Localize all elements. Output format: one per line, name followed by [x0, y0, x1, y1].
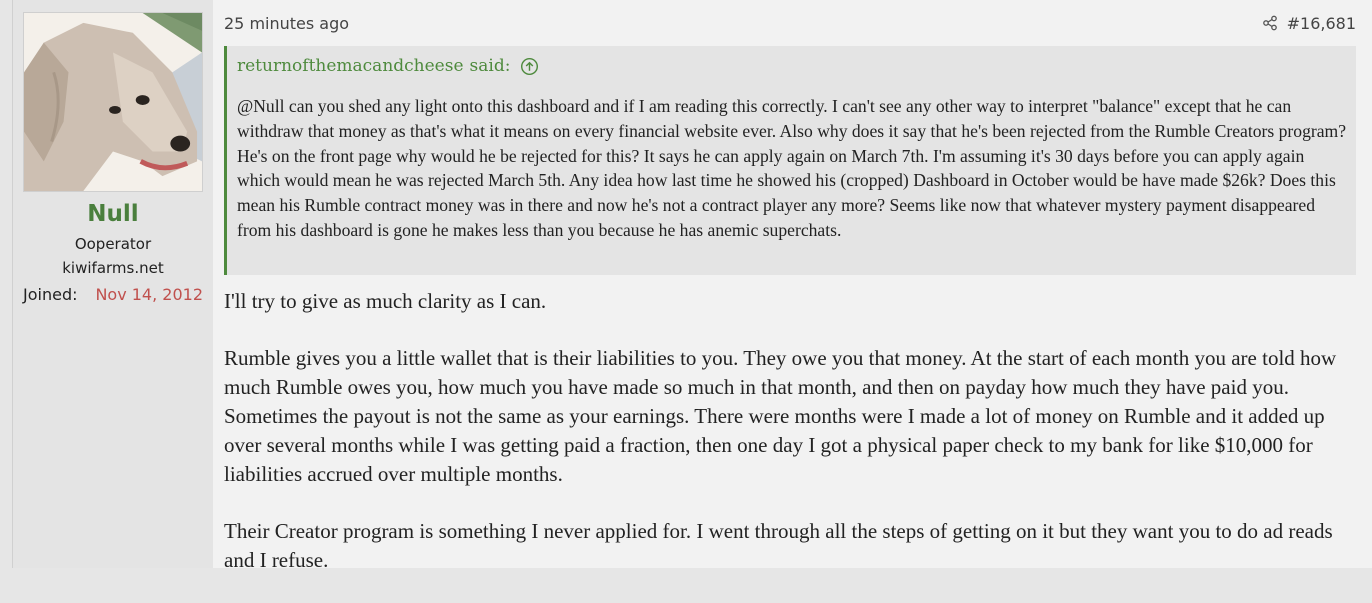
quote-said-label: said: — [469, 56, 511, 76]
quote-block: returnofthemacandcheese said: @Null can … — [224, 46, 1356, 275]
joined-label: Joined: — [23, 285, 78, 304]
user-title: Ooperator — [74, 235, 152, 253]
message-paragraph: Their Creator program is something I nev… — [224, 519, 1333, 572]
joined-date: Nov 14, 2012 — [95, 285, 203, 304]
arrow-up-circle-icon[interactable] — [520, 57, 539, 76]
post-timestamp[interactable]: 25 minutes ago — [224, 14, 349, 33]
quote-author-link[interactable]: returnofthemacandcheese — [237, 56, 464, 76]
message-paragraph: Rumble gives you a little wallet that is… — [224, 346, 1337, 486]
message-paragraph: I'll try to give as much clarity as I ca… — [224, 289, 547, 313]
quote-text: @Null can you shed any light onto this d… — [237, 96, 1347, 240]
dog-avatar-icon[interactable] — [23, 12, 203, 192]
post-main: 25 minutes ago #16,681 returnofthemacand… — [224, 0, 1372, 572]
user-banner: kiwifarms.net — [62, 259, 164, 277]
post-number-link[interactable]: #16,681 — [1287, 14, 1356, 33]
user-sidebar: Null Ooperator kiwifarms.net Joined: Nov… — [13, 0, 213, 568]
quote-header: returnofthemacandcheese said: — [237, 56, 539, 76]
share-icon[interactable] — [1262, 15, 1278, 31]
post-message: I'll try to give as much clarity as I ca… — [224, 287, 1360, 603]
username-link[interactable]: Null — [13, 201, 213, 227]
forum-post: Null Ooperator kiwifarms.net Joined: Nov… — [12, 0, 1372, 572]
